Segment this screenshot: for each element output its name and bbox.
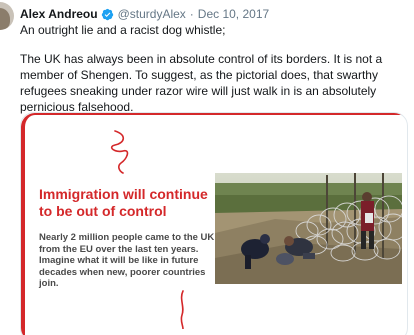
red-squiggle-top bbox=[110, 130, 129, 174]
header-separator: · bbox=[189, 7, 194, 21]
author-name[interactable]: Alex Andreou bbox=[20, 7, 98, 21]
red-squiggle-bottom bbox=[180, 290, 184, 329]
tweet-date[interactable]: Dec 10, 2017 bbox=[198, 7, 269, 21]
tweet-text-line: An outright lie and a racist dog whistle… bbox=[20, 23, 226, 37]
avatar[interactable] bbox=[0, 2, 14, 30]
author-handle[interactable]: @sturdyAlex bbox=[118, 7, 186, 21]
verified-badge-icon bbox=[101, 8, 113, 20]
tweet-media-image[interactable]: Immigration will continue to be out of c… bbox=[20, 112, 408, 335]
flyer-headline: Immigration will continue to be out of c… bbox=[39, 186, 208, 219]
refugees-razor-wire-photo bbox=[215, 173, 402, 284]
tweet[interactable]: Alex Andreou @sturdyAlex · Dec 10, 2017 … bbox=[0, 0, 414, 335]
tweet-text-paragraph: The UK has always been in absolute contr… bbox=[20, 52, 383, 114]
tweet-header: Alex Andreou @sturdyAlex · Dec 10, 2017 bbox=[20, 6, 269, 22]
photo-scene bbox=[215, 173, 402, 284]
campaign-flyer: Immigration will continue to be out of c… bbox=[21, 113, 407, 335]
flyer-body-text: Nearly 2 million people came to the UK f… bbox=[39, 232, 215, 289]
